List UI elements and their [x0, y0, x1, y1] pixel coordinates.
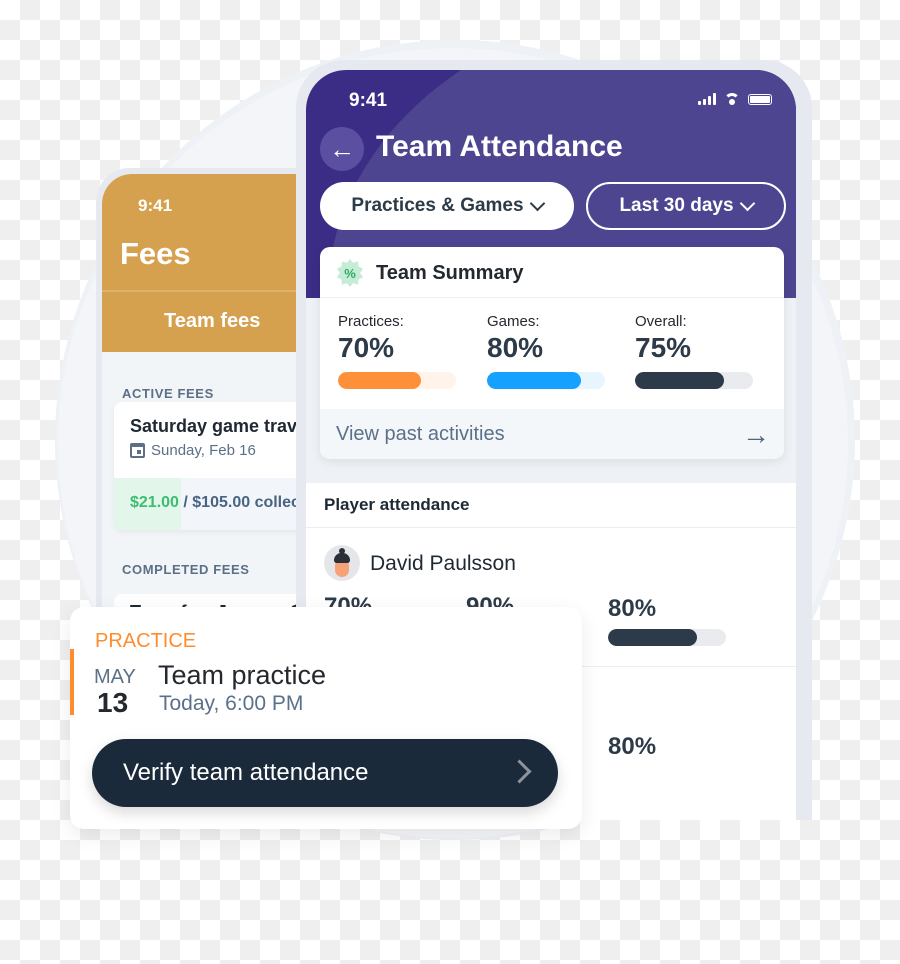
arrow-right-icon: → [742, 419, 770, 450]
fee-date: Sunday, Feb 16 [130, 442, 256, 459]
status-time: 9:41 [349, 90, 388, 111]
chevron-down-icon [529, 195, 545, 211]
player-overall-value: 80% [608, 733, 657, 760]
event-title: Team practice [158, 660, 327, 690]
progress-bar-fill [487, 372, 582, 389]
chevron-right-icon [507, 759, 532, 784]
fees-screen: 9:41 Fees Team fees ACTIVE FEES Saturday… [102, 174, 326, 628]
stat-label: Overall: [635, 313, 687, 330]
progress-bar-fill [338, 372, 421, 389]
amount-separator: / [178, 494, 193, 511]
status-time: 9:41 [138, 196, 173, 215]
fee-date-text: Sunday, Feb 16 [151, 442, 256, 459]
collected-amount: $21.00 [130, 494, 179, 511]
active-fees-label: ACTIVE FEES [122, 386, 214, 401]
dropdown-label: Practices & Games [351, 195, 524, 216]
stat-overall: Overall: 75% [635, 313, 755, 389]
practice-event-card: PRACTICE MAY 13 Team practice Today, 6:0… [70, 607, 582, 829]
date-range-dropdown[interactable]: Last 30 days [586, 182, 786, 230]
activity-type-dropdown[interactable]: Practices & Games [320, 182, 574, 230]
stat-value: 80% [487, 332, 544, 363]
button-label: Verify team attendance [123, 759, 369, 786]
fee-progress: $21.00 / $105.00 collected [114, 478, 326, 530]
avatar [324, 545, 360, 581]
event-time: Today, 6:00 PM [159, 692, 304, 715]
section-title: Player attendance [324, 495, 470, 514]
player-name[interactable]: David Paulsson [370, 552, 516, 576]
event-day: 13 [97, 687, 129, 718]
fee-card[interactable]: Saturday game travel Sunday, Feb 16 $21.… [114, 402, 326, 530]
fee-amount-text: $21.00 / $105.00 collected [130, 494, 324, 512]
view-past-activities-link[interactable]: View past activities → [320, 409, 784, 459]
stat-label: Practices: [338, 313, 404, 330]
stat-practices: Practices: 70% [338, 313, 458, 389]
player-overall-value: 80% [608, 595, 657, 622]
dropdown-label: Last 30 days [619, 195, 734, 216]
back-button[interactable]: ← [320, 127, 364, 171]
progress-bar-fill [635, 372, 724, 389]
completed-fees-label: COMPLETED FEES [122, 562, 250, 577]
summary-title: Team Summary [376, 262, 524, 284]
summary-header: % Team Summary [320, 247, 784, 298]
team-summary-card: % Team Summary Practices: 70% Games: 80%… [320, 247, 784, 459]
fees-header: 9:41 Fees Team fees [102, 174, 326, 352]
stat-value: 75% [635, 332, 692, 363]
divider [306, 527, 796, 528]
tab-team-fees[interactable]: Team fees [164, 310, 260, 333]
stat-value: 70% [338, 332, 395, 363]
progress-bar [487, 372, 605, 389]
battery-icon [748, 93, 772, 105]
progress-bar-fill [608, 629, 697, 646]
arrow-left-icon: ← [329, 133, 355, 164]
chevron-down-icon [739, 195, 755, 211]
fees-phone: 9:41 Fees Team fees ACTIVE FEES Saturday… [96, 168, 326, 628]
page-title: Fees [120, 236, 191, 271]
player-overall-bar [608, 629, 726, 646]
event-type: PRACTICE [95, 630, 197, 652]
stat-label: Games: [487, 313, 540, 330]
stat-games: Games: 80% [487, 313, 607, 389]
status-icons [698, 93, 772, 105]
event-month: MAY [94, 666, 136, 688]
wifi-icon [724, 93, 740, 105]
view-past-label: View past activities [336, 423, 505, 445]
page-title: Team Attendance [376, 130, 623, 163]
verify-attendance-button[interactable]: Verify team attendance [92, 739, 558, 807]
accent-bar [70, 649, 74, 715]
signal-icon [698, 93, 716, 105]
progress-bar [338, 372, 456, 389]
divider [102, 290, 326, 292]
calendar-icon [130, 443, 145, 458]
percent-badge-icon: % [336, 259, 364, 287]
fee-name: Saturday game travel [130, 416, 313, 436]
progress-bar [635, 372, 753, 389]
